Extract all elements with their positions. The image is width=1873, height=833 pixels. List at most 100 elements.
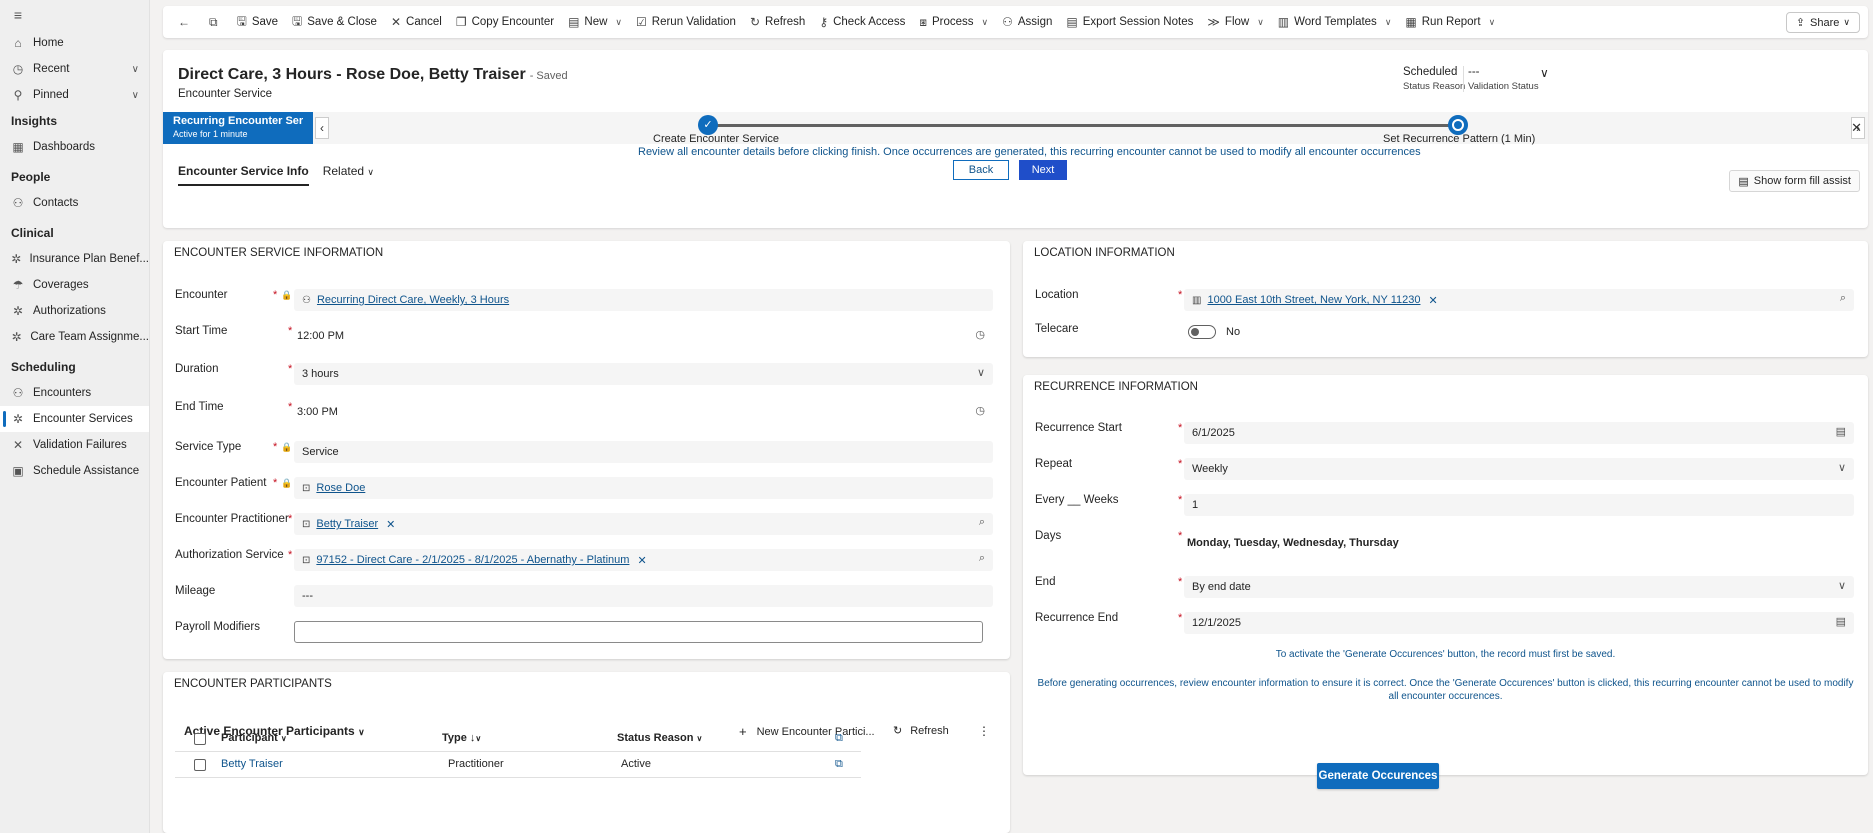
sidebar-item-dashboards[interactable]: ▦ Dashboards (0, 134, 149, 160)
sidebar-item-label: Contacts (33, 197, 79, 209)
remove-icon[interactable]: ✕ (1428, 294, 1437, 307)
participants-refresh-button[interactable]: ↻ Refresh (893, 724, 949, 738)
end-time-value: 3:00 PM (297, 406, 338, 418)
table-row[interactable]: Betty Traiser Practitioner Active ⧉ (175, 752, 861, 778)
patient-link[interactable]: Rose Doe (316, 482, 365, 494)
sidebar-item-contacts[interactable]: ⚇ Contacts (0, 190, 149, 216)
sidebar-item-recent[interactable]: ◷ Recent ∨ (0, 56, 149, 82)
clock-icon[interactable]: ◷ (975, 404, 985, 417)
refresh-button[interactable]: ↻ Refresh (743, 9, 812, 35)
assign-button[interactable]: ⚇ Assign (995, 9, 1059, 35)
payroll-modifiers-input[interactable] (294, 621, 983, 643)
row-checkbox[interactable] (194, 759, 206, 771)
word-templates-button[interactable]: ▥ Word Templates ∨ (1271, 9, 1399, 35)
sidebar-item-home[interactable]: ⌂ Home (0, 30, 149, 56)
mileage-input[interactable]: --- (294, 585, 993, 607)
tab-encounter-service-info[interactable]: Encounter Service Info (178, 164, 309, 186)
save-close-button[interactable]: 🖫 Save & Close (285, 9, 384, 35)
remove-icon[interactable]: ✕ (386, 518, 395, 531)
telecare-toggle[interactable] (1188, 325, 1216, 339)
sidebar-item-pinned[interactable]: ⚲ Pinned ∨ (0, 82, 149, 108)
hamburger-icon[interactable]: ≡ (0, 0, 149, 30)
bpf-stage-create[interactable]: Create Encounter Service (653, 133, 779, 145)
export-session-notes-button[interactable]: ▤ Export Session Notes (1059, 9, 1200, 35)
bpf-current-stage-dot[interactable] (1448, 115, 1468, 135)
bpf-prev-button[interactable]: ‹ (315, 117, 329, 139)
authorization-link[interactable]: 97152 - Direct Care - 2/1/2025 - 8/1/202… (316, 554, 629, 566)
remove-icon[interactable]: ✕ (637, 554, 646, 567)
more-options-icon[interactable]: ⋮ (978, 724, 990, 738)
recurrence-start-input[interactable]: 6/1/2025 ▤ (1184, 422, 1854, 444)
sidebar-item-schedule-assistance[interactable]: ▣ Schedule Assistance (0, 458, 149, 484)
form-fill-assist-button[interactable]: ▤ Show form fill assist (1729, 170, 1860, 192)
recurrence-end-input[interactable]: 12/1/2025 ▤ (1184, 612, 1854, 634)
field-label: Authorization Service (175, 549, 284, 561)
sidebar-item-coverages[interactable]: ☂ Coverages (0, 272, 149, 298)
sidebar-item-encounters[interactable]: ⚇ Encounters (0, 380, 149, 406)
back-button[interactable]: Back (953, 160, 1009, 180)
participant-link[interactable]: Betty Traiser (221, 758, 283, 770)
col-type[interactable]: Type ↓∨ (442, 732, 481, 744)
chevron-down-icon: ∨ (696, 734, 703, 743)
search-icon[interactable]: ⌕ (979, 552, 985, 565)
authorization-lookup[interactable]: ⊡ 97152 - Direct Care - 2/1/2025 - 8/1/20… (294, 549, 993, 571)
bpf-active-stage[interactable]: Recurring Encounter Ser... Active for 1 … (163, 112, 313, 144)
cancel-button[interactable]: ✕ Cancel (384, 9, 449, 35)
sidebar-item-encounter-services[interactable]: ✲ Encounter Services (0, 406, 149, 432)
service-type-input[interactable]: Service (294, 441, 993, 463)
check-access-button[interactable]: ⚷ Check Access (812, 9, 912, 35)
check-icon[interactable]: ✓ (698, 115, 718, 135)
chevron-down-icon[interactable]: ∨ (132, 64, 139, 75)
field-label: Encounter Practitioner (175, 513, 289, 525)
end-select[interactable]: By end date ∨ (1184, 576, 1854, 598)
col-status-reason[interactable]: Status Reason ∨ (617, 732, 702, 744)
bpf-stage-recurrence[interactable]: Set Recurrence Pattern (1 Min) (1383, 133, 1535, 145)
open-record-icon[interactable]: ⧉ (835, 758, 843, 771)
start-time-input[interactable]: 12:00 PM ◷ (294, 325, 993, 347)
copy-encounter-button[interactable]: ❐ Copy Encounter (449, 9, 561, 35)
rerun-validation-button[interactable]: ☑ Rerun Validation (629, 9, 743, 35)
days-value-box[interactable]: Monday, Tuesday, Wednesday, Thursday (1184, 532, 1854, 554)
popout-button[interactable]: ⧉ (202, 9, 230, 35)
recurrence-end-field: Recurrence End * 12/1/2025 ▤ (1035, 612, 1865, 636)
repeat-select[interactable]: Weekly ∨ (1184, 458, 1854, 480)
share-button[interactable]: ⇪ Share ∨ (1785, 12, 1860, 33)
puzzle-icon: ✲ (11, 252, 22, 266)
save-button[interactable]: 🖫 Save (230, 9, 285, 35)
location-link[interactable]: 1000 East 10th Street, New York, NY 1123… (1207, 294, 1420, 306)
calendar-icon[interactable]: ▤ (1836, 615, 1846, 628)
search-icon[interactable]: ⌕ (1840, 292, 1846, 305)
sidebar-item-authorizations[interactable]: ✲ Authorizations (0, 298, 149, 324)
end-time-input[interactable]: 3:00 PM ◷ (294, 401, 993, 423)
encounter-lookup[interactable]: ⚇ Recurring Direct Care, Weekly, 3 Hours (294, 289, 993, 311)
practitioner-lookup[interactable]: ⊡ Betty Traiser ✕ ⌕ (294, 513, 993, 535)
process-button[interactable]: ⧆ Process ∨ (912, 9, 995, 35)
new-button[interactable]: ▤ New ∨ (561, 9, 629, 35)
next-button[interactable]: Next (1019, 160, 1067, 180)
tab-related[interactable]: Related ∨ (323, 164, 374, 186)
col-participant[interactable]: Participant ∨ (221, 732, 287, 744)
select-all-checkbox[interactable] (194, 733, 206, 745)
encounter-link[interactable]: Recurring Direct Care, Weekly, 3 Hours (317, 294, 509, 306)
sidebar-item-insurance-plan-benefits[interactable]: ✲ Insurance Plan Benef... (0, 246, 149, 272)
sidebar-item-label: Recent (33, 63, 70, 75)
generate-occurences-button[interactable]: Generate Occurences (1317, 763, 1439, 789)
patient-lookup[interactable]: ⊡ Rose Doe (294, 477, 993, 499)
duration-select[interactable]: 3 hours ∨ (294, 363, 993, 385)
close-icon[interactable]: ✕ (1851, 120, 1862, 136)
sidebar-item-care-team-assignments[interactable]: ✲ Care Team Assignme... (0, 324, 149, 350)
run-report-button[interactable]: ▦ Run Report ∨ (1398, 9, 1502, 35)
location-lookup[interactable]: ▥ 1000 East 10th Street, New York, NY 112… (1184, 289, 1854, 311)
sidebar-item-validation-failures[interactable]: ✕ Validation Failures (0, 432, 149, 458)
back-arrow-button[interactable]: ← (171, 9, 202, 35)
practitioner-link[interactable]: Betty Traiser (316, 518, 378, 530)
search-icon[interactable]: ⌕ (979, 516, 985, 529)
calendar-icon[interactable]: ▤ (1836, 425, 1846, 438)
chevron-down-icon[interactable]: ∨ (132, 90, 139, 101)
flow-icon: ≫ (1207, 15, 1220, 29)
clock-icon[interactable]: ◷ (975, 328, 985, 341)
every-weeks-input[interactable]: 1 (1184, 494, 1854, 516)
flow-button[interactable]: ≫ Flow ∨ (1200, 9, 1270, 35)
header-expand-chevron-icon[interactable]: ∨ (1540, 66, 1549, 80)
open-icon[interactable]: ⧉ (835, 732, 843, 745)
